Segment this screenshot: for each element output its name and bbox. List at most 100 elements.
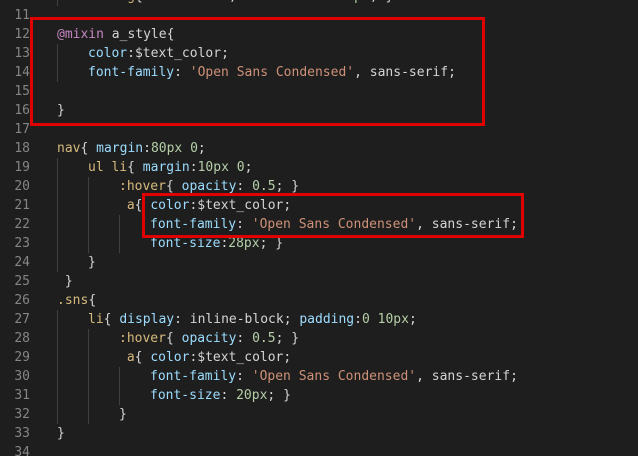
line-number: 28 [14,331,30,346]
code-line[interactable]: 15 [0,82,638,101]
code-token: font-size [150,236,221,251]
code-token: color [88,46,128,61]
code-line[interactable]: 30 font-family: 'Open Sans Condensed', sa… [0,367,638,386]
code-token: ; } [267,388,291,403]
code-token: padding [299,312,355,327]
code-line[interactable]: 22 font-family: 'Open Sans Condensed', sa… [0,215,638,234]
code-line[interactable]: 26 .sns{ [0,291,638,310]
code-token: , [354,65,370,80]
line-number: 16 [14,103,30,118]
code-line[interactable]: 27 li{ display: inline-block; padding:0 1… [0,310,638,329]
code-token: { [127,160,143,175]
code-token: 20px [236,388,268,403]
code-line[interactable]: 25 } [0,272,638,291]
code-line[interactable]: 32} [0,405,638,424]
code-line[interactable]: 17 [0,120,638,139]
code-token: 28px [228,236,260,251]
indent-guide [119,234,120,253]
indent-guide [57,367,58,386]
code-line[interactable]: 24} [0,253,638,272]
code-token: } [88,255,96,270]
line-number: 21 [14,198,30,213]
code-token: ; } [275,331,300,346]
code-text: color:$text_color; [88,44,229,63]
line-number: 15 [14,84,30,99]
code-token: font-family [150,217,237,232]
code-line[interactable]: 21 a{ color:$text_color; [0,196,638,215]
code-line[interactable]: 12 @mixin a_style{ [0,25,638,44]
code-token: ; } [370,0,393,4]
code-token: sans-serif [431,217,511,232]
code-text: :hover{ opacity: 0.5; } [119,177,299,196]
line-number: 12 [14,27,30,42]
code-token: 0 [361,312,370,327]
code-token: ; [283,198,292,213]
code-token: 'Open Sans Condensed' [251,369,417,384]
code-line[interactable]: 18 nav{ margin:80px 0; [0,139,638,158]
code-token: : [236,369,252,384]
code-token: ; [448,65,456,80]
code-line[interactable]: 14 font-family: 'Open Sans Condensed', sa… [0,63,638,82]
code-line[interactable]: 28:hover{ opacity: 0.5; } [0,329,638,348]
code-line[interactable]: 11 [0,6,638,25]
line-number: 23 [14,236,30,251]
code-token: { [165,331,182,346]
code-line[interactable]: 33} [0,424,638,443]
indent-guide [88,348,89,367]
code-token: : [190,0,198,4]
code-line[interactable]: 20:hover{ opacity: 0.5; } [0,177,638,196]
indent-guide [88,234,89,253]
code-token: ; } [275,179,300,194]
code-token: : [315,0,331,4]
code-token: font-family [150,369,237,384]
indent-guide [57,234,58,253]
code-token: opacity [181,179,237,194]
code-token: inline-block [189,312,284,327]
code-text: a{ color:$text_color; [119,196,291,215]
code-line[interactable]: 29 a{ color:$text_color; [0,348,638,367]
code-token: li [88,312,104,327]
code-text: } [57,101,65,120]
code-line[interactable]: 16} [0,101,638,120]
code-token: font-family [88,65,175,80]
code-token: :hover [119,331,166,346]
code-token: { [135,0,151,4]
code-text: font-size:28px; } [150,234,283,253]
code-token: ; [408,312,417,327]
code-editor[interactable]: 10ul img{ width:100%; max-width: 250px; … [0,0,638,456]
code-token: font-size [150,388,221,403]
code-token: sans-serif [369,65,449,80]
code-token: 250px [331,0,370,4]
code-token: { [166,27,175,42]
code-line[interactable]: 13 color:$text_color; [0,44,638,63]
code-token: $text_color [197,198,284,213]
code-token: ; [510,217,518,232]
indent-guide [57,44,58,63]
indent-guide [119,215,120,234]
code-text: } [119,405,127,424]
code-token: 'Open Sans Condensed' [251,217,417,232]
line-number: 34 [14,445,30,456]
code-token: ; [510,369,518,384]
code-text: } [57,424,65,443]
code-line[interactable]: 19 ul li{ margin:10px 0; [0,158,638,177]
code-token: { [134,350,151,365]
code-token: } [119,407,127,422]
code-token: ; [221,46,229,61]
code-token: { [80,141,97,156]
code-token: a_style [103,27,167,42]
code-text: .sns{ [57,291,96,310]
code-token: : [220,388,237,403]
code-token: ; [283,350,292,365]
code-token: :hover [119,179,166,194]
indent-guide [57,310,58,329]
code-token: color [150,350,190,365]
indent-guide [57,63,58,82]
code-line[interactable]: 23 font-size:28px; } [0,234,638,253]
code-line[interactable]: 31 font-size: 20px; } [0,386,638,405]
code-text: } [57,272,73,291]
code-token: sans-serif [431,369,511,384]
code-line[interactable]: 34 [0,443,638,456]
indent-guide [57,253,58,272]
